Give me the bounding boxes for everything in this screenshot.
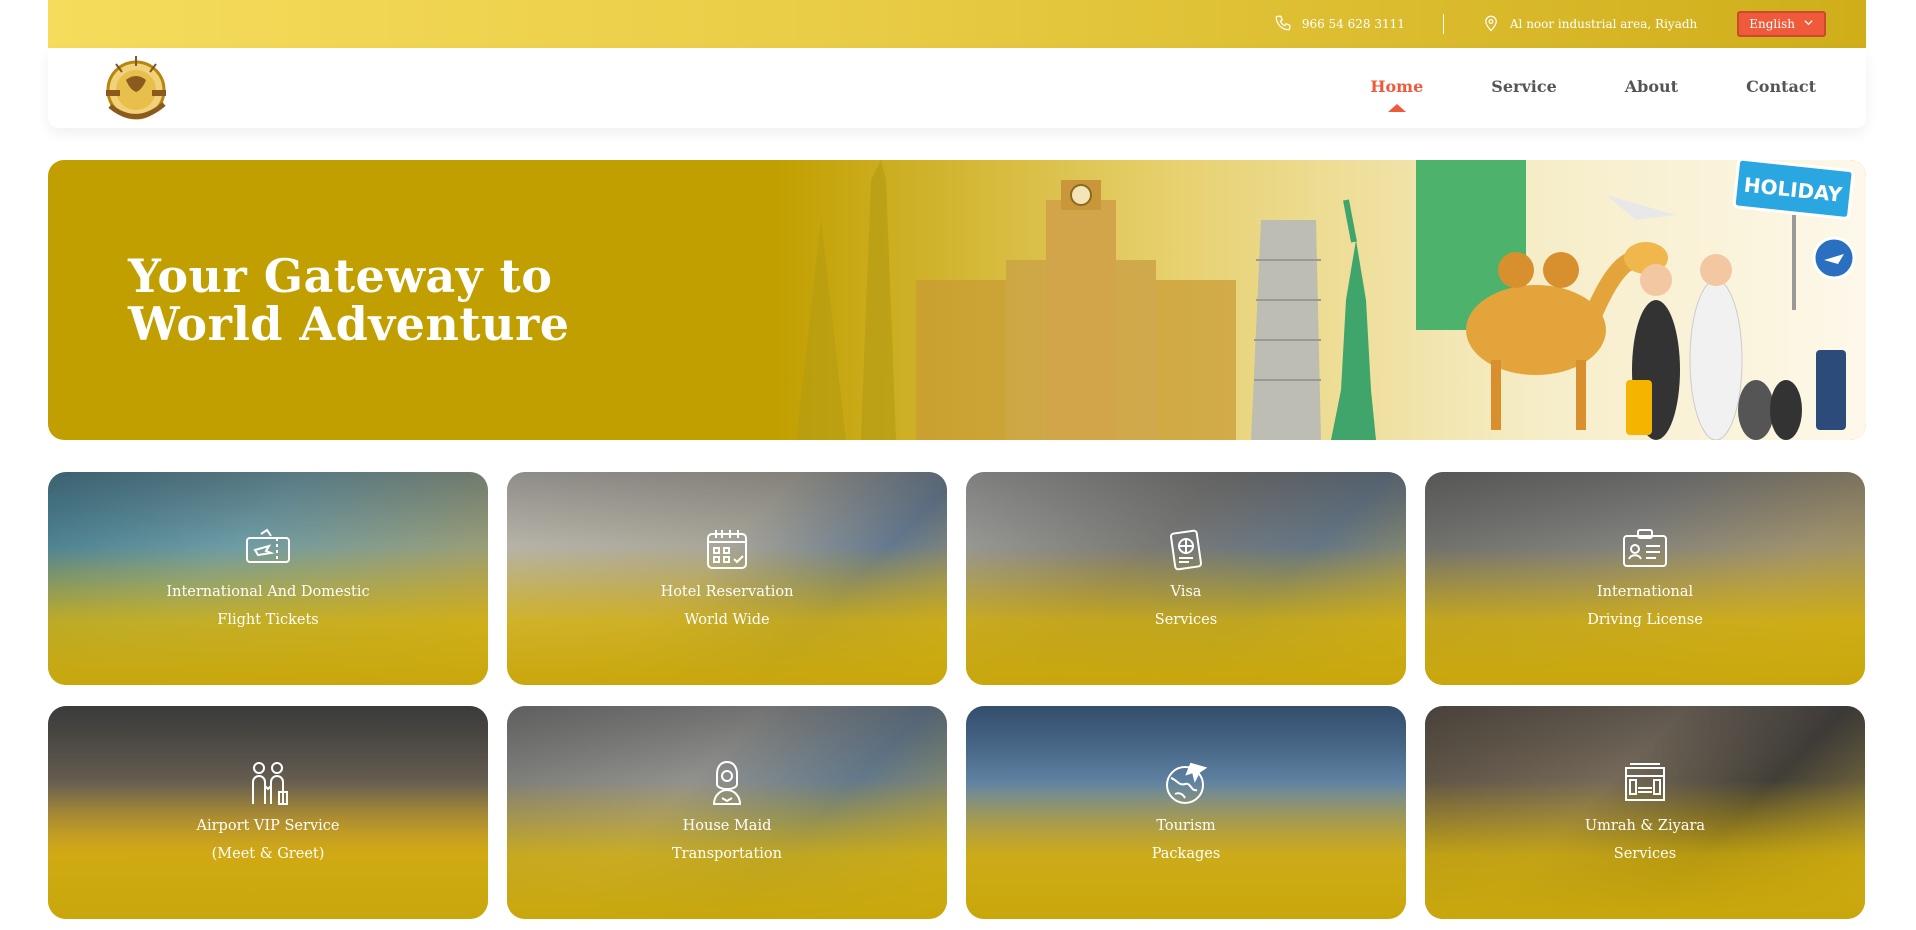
service-title-line1: Visa <box>1170 583 1202 600</box>
calendar-icon <box>702 524 752 574</box>
service-title-line1: Hotel Reservation <box>660 583 794 600</box>
language-select[interactable]: English <box>1737 11 1826 37</box>
kaaba-icon <box>1620 758 1670 808</box>
nav-service[interactable]: Service <box>1491 77 1556 100</box>
main-navbar: Home Service About Contact <box>48 48 1866 128</box>
hero-illustration: HOLIDAY <box>776 160 1866 440</box>
id-card-icon <box>1620 524 1670 574</box>
location-pin-icon <box>1482 14 1500 35</box>
service-title-line2: Flight Tickets <box>217 611 319 628</box>
service-title-line2: Driving License <box>1587 611 1703 628</box>
language-label: English <box>1749 17 1795 31</box>
plane-ticket-icon <box>243 524 293 574</box>
meet-greet-icon <box>243 758 293 808</box>
hero-banner: HOLIDAY Your Gateway to World Adventure <box>48 160 1866 440</box>
service-title-line2: Services <box>1613 845 1677 862</box>
phone-contact[interactable]: 966 54 628 3111 <box>1274 14 1405 35</box>
service-title-line1: International And Domestic <box>166 583 370 600</box>
address-text: Al noor industrial area, Riyadh <box>1509 17 1698 31</box>
service-title-line1: International <box>1596 583 1694 600</box>
service-title-line2: Services <box>1154 611 1218 628</box>
service-card-hotel-reservation[interactable]: Hotel Reservation World Wide <box>507 472 947 685</box>
service-card-flight-tickets[interactable]: International And Domestic Flight Ticket… <box>48 472 488 685</box>
nav-contact[interactable]: Contact <box>1746 77 1816 100</box>
service-title-line1: Airport VIP Service <box>196 817 340 834</box>
address-info: Al noor industrial area, Riyadh <box>1482 14 1697 35</box>
nav-about[interactable]: About <box>1625 77 1678 100</box>
topbar-divider <box>1442 14 1444 34</box>
service-title-line2: World Wide <box>684 611 770 628</box>
phone-icon <box>1274 14 1292 35</box>
service-title-line1: Umrah & Ziyara <box>1584 817 1706 834</box>
service-title-line1: House Maid <box>682 817 772 834</box>
service-card-driving-license[interactable]: International Driving License <box>1425 472 1865 685</box>
globe-plane-icon <box>1161 758 1211 808</box>
service-title-line1: Tourism <box>1156 817 1216 834</box>
service-title-line2: Packages <box>1151 845 1221 862</box>
passport-icon <box>1161 524 1211 574</box>
chevron-down-icon <box>1803 17 1814 31</box>
hero-title-line2: World Adventure <box>128 297 570 351</box>
hero-title: Your Gateway to World Adventure <box>128 252 648 348</box>
top-info-bar: 966 54 628 3111 Al noor industrial area,… <box>48 0 1866 48</box>
main-nav: Home Service About Contact <box>1370 77 1816 100</box>
service-title-line2: (Meet & Greet) <box>211 845 325 862</box>
maid-icon <box>702 758 752 808</box>
nav-home[interactable]: Home <box>1370 77 1423 100</box>
service-card-tourism-packages[interactable]: Tourism Packages <box>966 706 1406 919</box>
services-grid: International And Domestic Flight Ticket… <box>48 472 1866 919</box>
service-card-umrah-ziyara[interactable]: Umrah & Ziyara Services <box>1425 706 1865 919</box>
service-title-line2: Transportation <box>672 845 782 862</box>
hero-title-line1: Your Gateway to <box>128 249 553 303</box>
service-card-airport-vip[interactable]: Airport VIP Service (Meet & Greet) <box>48 706 488 919</box>
phone-number: 966 54 628 3111 <box>1301 17 1405 31</box>
service-card-visa-services[interactable]: Visa Services <box>966 472 1406 685</box>
site-logo[interactable] <box>96 50 176 126</box>
service-card-house-maid[interactable]: House Maid Transportation <box>507 706 947 919</box>
